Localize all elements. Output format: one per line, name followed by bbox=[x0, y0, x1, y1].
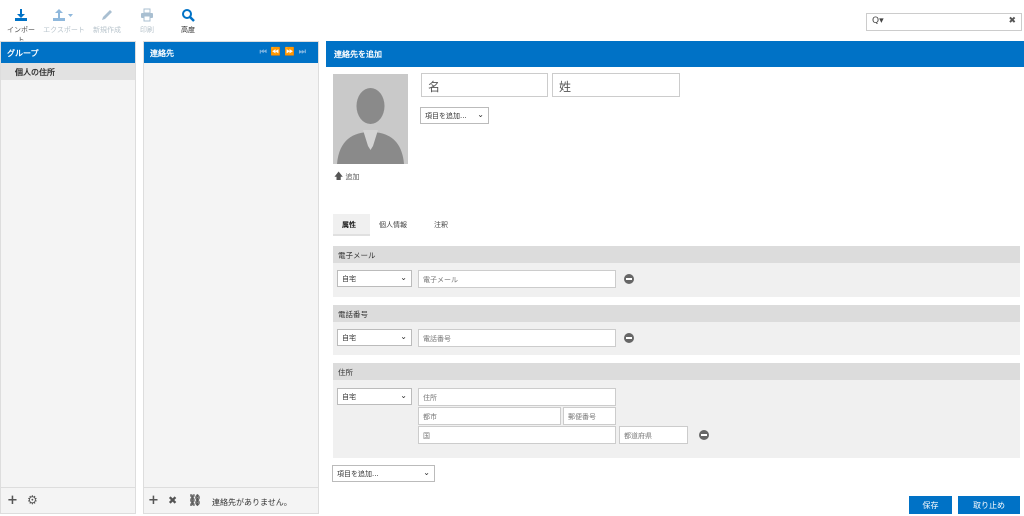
toolbar: インポート エクスポート 新規作成 印刷 高度 Q▾ ✖ bbox=[0, 0, 1024, 44]
group-item-personal[interactable]: 個人の住所 bbox=[1, 63, 135, 80]
contacts-header: 連絡先 ⏮⏪⏩⏭ bbox=[144, 42, 318, 63]
empty-contacts-message: 連絡先がありません。 bbox=[212, 498, 292, 507]
groups-panel: グループ 個人の住所 + ⚙ bbox=[0, 41, 136, 514]
person-silhouette-icon bbox=[337, 88, 404, 164]
advanced-label: 高度 bbox=[181, 26, 195, 34]
add-field-bottom-label: 項目を追加... bbox=[337, 470, 379, 478]
phone-input[interactable]: 電話番号 bbox=[418, 329, 616, 347]
add-field-select-bottom[interactable]: 項目を追加... ⌄ bbox=[332, 465, 435, 482]
street-input[interactable]: 住所 bbox=[418, 388, 616, 406]
chevron-down-icon: ⌄ bbox=[400, 332, 407, 341]
zip-input[interactable]: 郵便番号 bbox=[563, 407, 616, 425]
export-button[interactable]: エクスポート bbox=[42, 8, 86, 35]
address-legend: 住所 bbox=[333, 363, 1020, 380]
email-type-select[interactable]: 自宅 ⌄ bbox=[337, 270, 412, 287]
download-icon bbox=[15, 9, 27, 21]
compose-label: 新規作成 bbox=[93, 26, 121, 34]
chevron-down-icon: ⌄ bbox=[400, 391, 407, 400]
email-legend: 電子メール bbox=[333, 246, 1020, 263]
chevron-down-icon: ⌄ bbox=[400, 273, 407, 282]
add-group-icon[interactable]: + bbox=[7, 493, 18, 508]
last-name-field[interactable]: 姓 bbox=[552, 73, 680, 97]
phone-type-value: 自宅 bbox=[342, 334, 356, 342]
link-icon[interactable]: ⛓ bbox=[188, 494, 202, 507]
address-type-select[interactable]: 自宅 ⌄ bbox=[337, 388, 412, 405]
remove-phone-icon[interactable] bbox=[624, 333, 634, 343]
pencil-icon bbox=[102, 10, 112, 20]
print-button[interactable]: 印刷 bbox=[134, 8, 160, 35]
print-label: 印刷 bbox=[140, 26, 154, 34]
upload-icon bbox=[53, 9, 73, 21]
first-name-field[interactable]: 名 bbox=[421, 73, 548, 97]
contacts-panel: 連絡先 ⏮⏪⏩⏭ + ✖ ⛓ 連絡先がありません。 bbox=[143, 41, 319, 514]
clear-search-icon[interactable]: ✖ bbox=[1008, 16, 1016, 26]
groups-header: グループ bbox=[1, 42, 135, 63]
add-photo-link[interactable]: 🡅 追加 bbox=[334, 169, 360, 185]
email-input[interactable]: 電子メール bbox=[418, 270, 616, 288]
phone-type-select[interactable]: 自宅 ⌄ bbox=[337, 329, 412, 346]
save-button[interactable]: 保存 bbox=[909, 496, 952, 514]
phone-legend: 電話番号 bbox=[333, 305, 1020, 322]
cancel-button[interactable]: 取り止め bbox=[958, 496, 1020, 514]
contacts-footer: + ✖ ⛓ 連絡先がありません。 bbox=[144, 487, 318, 513]
delete-contact-icon[interactable]: ✖ bbox=[168, 494, 177, 507]
contact-editor: 連絡先を追加 🡅 追加 名 姓 項目を追加... ⌄ 属性 個人情報 注釈 電子… bbox=[326, 41, 1024, 514]
add-contact-icon[interactable]: + bbox=[148, 493, 159, 508]
tab-personal-info[interactable]: 個人情報 bbox=[370, 214, 425, 236]
city-input[interactable]: 都市 bbox=[418, 407, 561, 425]
country-input[interactable]: 国 bbox=[418, 426, 616, 444]
compose-button[interactable]: 新規作成 bbox=[90, 8, 124, 35]
search-options-icon[interactable]: Q▾ bbox=[872, 16, 884, 26]
address-type-value: 自宅 bbox=[342, 393, 356, 401]
chevron-down-icon: ⌄ bbox=[477, 110, 484, 119]
add-field-select-top[interactable]: 項目を追加... ⌄ bbox=[420, 107, 489, 124]
add-photo-label: 追加 bbox=[345, 173, 360, 181]
tab-properties[interactable]: 属性 bbox=[333, 214, 370, 236]
groups-footer: + ⚙ bbox=[1, 487, 135, 513]
import-button[interactable]: インポート bbox=[4, 8, 38, 45]
editor-header: 連絡先を追加 bbox=[326, 41, 1024, 67]
export-label: エクスポート bbox=[43, 26, 85, 34]
contact-photo bbox=[333, 74, 408, 164]
printer-icon bbox=[141, 8, 153, 22]
contacts-title: 連絡先 bbox=[150, 49, 174, 58]
remove-address-icon[interactable] bbox=[699, 430, 709, 440]
tab-notes[interactable]: 注釈 bbox=[425, 214, 465, 236]
arrow-up-icon: 🡅 bbox=[334, 172, 344, 182]
email-fieldset: 電子メール 自宅 ⌄ 電子メール bbox=[333, 246, 1020, 297]
add-field-top-label: 項目を追加... bbox=[425, 112, 467, 120]
phone-fieldset: 電話番号 自宅 ⌄ 電話番号 bbox=[333, 305, 1020, 355]
gear-icon[interactable]: ⚙ bbox=[27, 493, 38, 507]
quick-search-box[interactable]: Q▾ ✖ bbox=[866, 13, 1022, 31]
chevron-down-icon: ⌄ bbox=[423, 468, 430, 477]
email-type-value: 自宅 bbox=[342, 275, 356, 283]
address-fieldset: 住所 自宅 ⌄ 住所 都市 郵便番号 国 都道府県 bbox=[333, 363, 1020, 458]
remove-email-icon[interactable] bbox=[624, 274, 634, 284]
region-input[interactable]: 都道府県 bbox=[619, 426, 688, 444]
search-icon bbox=[182, 9, 195, 22]
advanced-search-button[interactable]: 高度 bbox=[176, 8, 200, 35]
pagination-controls[interactable]: ⏮⏪⏩⏭ bbox=[260, 47, 310, 57]
